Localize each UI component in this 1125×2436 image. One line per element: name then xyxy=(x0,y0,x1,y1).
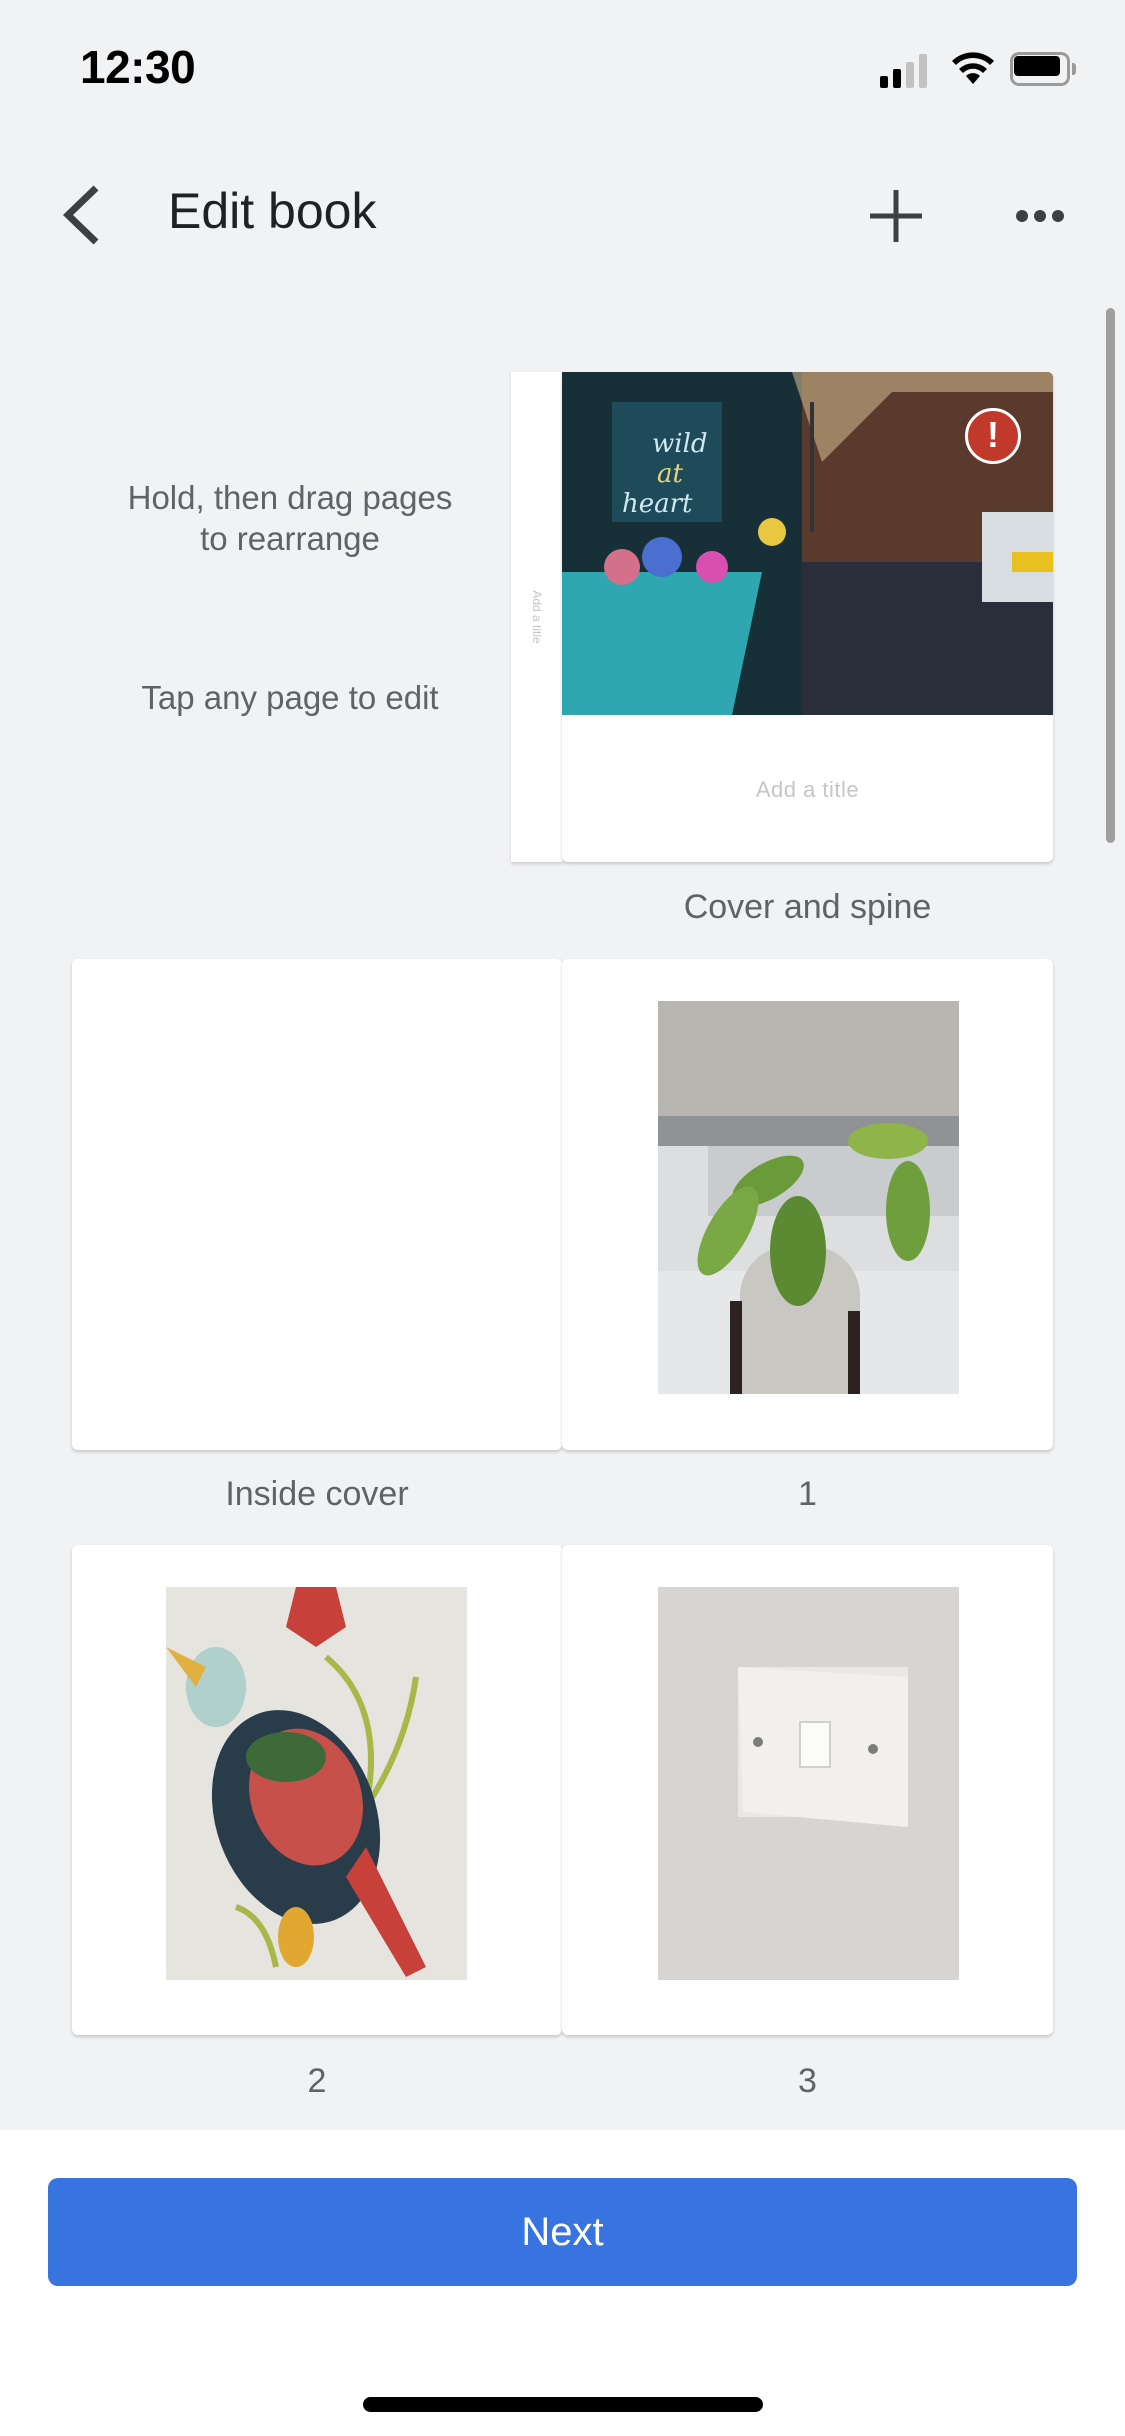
spine-title-placeholder[interactable]: Add a title xyxy=(530,590,544,643)
battery-icon xyxy=(1010,52,1076,86)
page-1[interactable] xyxy=(562,959,1053,1450)
cover-photo[interactable]: wild at heart ! xyxy=(562,372,1053,715)
svg-text:wild: wild xyxy=(652,429,708,459)
page-label-2: 2 xyxy=(307,2062,327,2100)
page-3-photo xyxy=(658,1587,959,1980)
cellular-signal-icon xyxy=(880,52,932,88)
more-horizontal-icon xyxy=(1016,210,1064,222)
warning-icon[interactable]: ! xyxy=(965,408,1021,464)
chevron-left-icon xyxy=(62,185,99,245)
scrollbar[interactable] xyxy=(1106,308,1115,843)
cover-title-placeholder[interactable]: Add a title xyxy=(562,777,1053,803)
page-1-photo xyxy=(658,1001,959,1394)
status-time: 12:30 xyxy=(80,41,196,93)
page-3[interactable] xyxy=(562,1545,1053,2035)
page-2[interactable] xyxy=(72,1545,562,2035)
back-button[interactable] xyxy=(56,180,116,250)
home-indicator[interactable] xyxy=(363,2397,763,2412)
rearrange-hint: Hold, then drag pages to rearrange xyxy=(127,479,453,557)
edit-hint: Tap any page to edit xyxy=(141,679,439,716)
more-options-button[interactable] xyxy=(1010,196,1070,236)
wifi-icon xyxy=(952,52,994,84)
cover-label: Cover and spine xyxy=(683,888,932,926)
page-inside-cover[interactable] xyxy=(72,959,562,1450)
page-title: Edit book xyxy=(168,183,377,239)
next-button[interactable]: Next xyxy=(48,2178,1077,2286)
plus-icon xyxy=(870,190,922,242)
plant-photo xyxy=(658,1001,959,1394)
svg-text:at: at xyxy=(657,459,684,489)
add-page-button[interactable] xyxy=(866,186,926,246)
page-label-3: 3 xyxy=(798,2062,817,2100)
page-label-inside-cover: Inside cover xyxy=(225,1475,409,1513)
svg-text:heart: heart xyxy=(622,489,693,519)
page-2-photo xyxy=(166,1587,467,1980)
spine[interactable]: Add a title xyxy=(511,372,563,862)
bird-print-photo xyxy=(166,1587,467,1980)
page-label-1: 1 xyxy=(798,1475,817,1513)
cover-page[interactable]: wild at heart ! Add a title xyxy=(562,372,1053,862)
light-switch-photo xyxy=(658,1587,959,1980)
